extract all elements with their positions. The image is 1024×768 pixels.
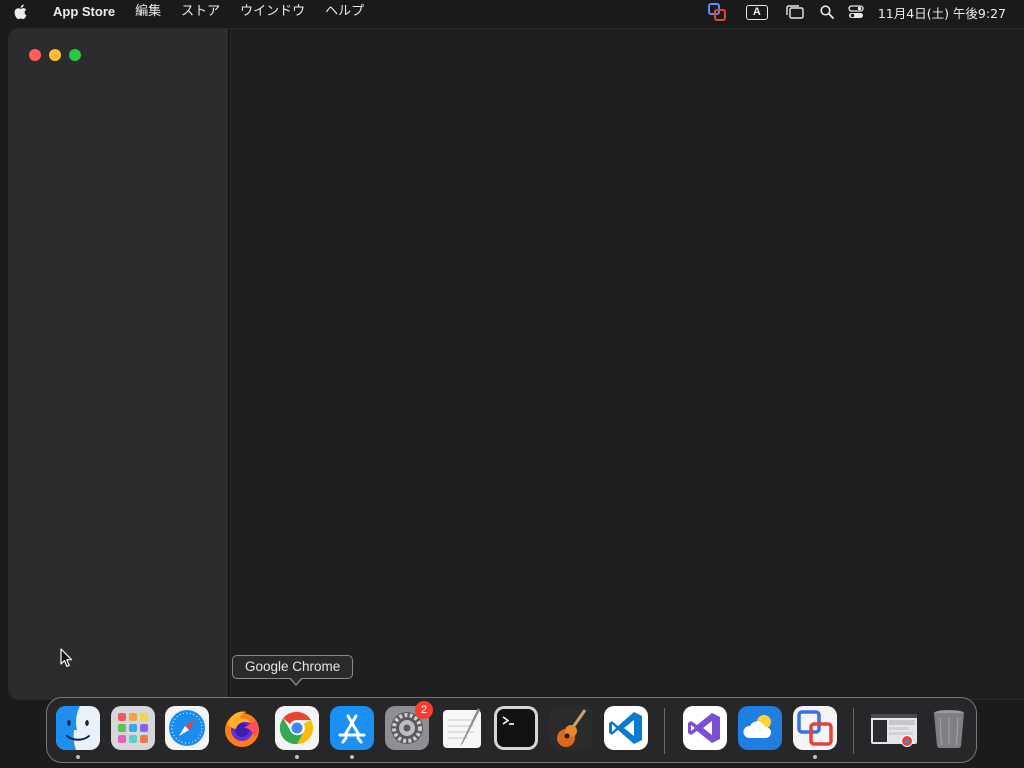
dock-system-settings[interactable]: 2 xyxy=(385,701,433,750)
control-center-icon[interactable] xyxy=(848,0,864,24)
window-stack-icon[interactable] xyxy=(786,0,804,24)
dock-finder[interactable] xyxy=(56,706,100,759)
dock-weather[interactable] xyxy=(738,706,782,750)
dock-separator xyxy=(853,708,854,754)
running-indicator xyxy=(350,755,354,759)
menu-right: A 11月4日(土) 午後9:27 xyxy=(702,0,1024,24)
garageband-icon xyxy=(549,706,593,750)
mouse-cursor-icon xyxy=(60,648,74,673)
dock-app-store[interactable] xyxy=(330,706,374,759)
running-indicator xyxy=(813,755,817,759)
menu-left: App Store 編集 ストア ウインドウ ヘルプ xyxy=(0,0,374,24)
minimize-button[interactable] xyxy=(49,49,61,61)
app-store-icon xyxy=(330,706,374,750)
menu-bar: App Store 編集 ストア ウインドウ ヘルプ A 11月4日(土) 午後… xyxy=(0,0,1024,24)
safari-icon xyxy=(165,706,209,750)
input-mode-label: A xyxy=(745,4,768,20)
main-content-area xyxy=(230,29,1024,699)
spotlight-search-icon[interactable] xyxy=(820,0,834,24)
dock-separator xyxy=(664,708,665,754)
dock-visual-studio[interactable] xyxy=(683,706,727,750)
screen-share-icon[interactable] xyxy=(707,0,726,24)
menu-edit[interactable]: 編集 xyxy=(125,0,171,24)
menu-help[interactable]: ヘルプ xyxy=(315,0,374,24)
running-indicator xyxy=(76,755,80,759)
textedit-icon xyxy=(443,708,481,748)
trash-icon xyxy=(934,710,964,749)
apple-menu-icon[interactable] xyxy=(0,0,40,24)
input-source-icon[interactable]: A xyxy=(745,0,768,24)
weather-icon xyxy=(738,706,782,750)
finder-icon xyxy=(56,706,100,750)
zoom-button[interactable] xyxy=(69,49,81,61)
menu-window[interactable]: ウインドウ xyxy=(230,0,315,24)
dock-minimized-window[interactable] xyxy=(870,706,918,750)
chrome-icon xyxy=(275,706,319,750)
menu-app-name[interactable]: App Store xyxy=(40,0,125,24)
dock-terminal[interactable] xyxy=(494,706,538,750)
dock-garageband[interactable] xyxy=(549,706,593,750)
dock-tooltip-arrow-fill xyxy=(290,677,302,684)
close-button[interactable] xyxy=(29,49,41,61)
dock-trash[interactable] xyxy=(927,706,971,750)
dock-vscode[interactable] xyxy=(604,706,648,750)
window-thumbnail-icon xyxy=(871,714,917,747)
screen-sharing-icon xyxy=(793,706,837,750)
visual-studio-icon xyxy=(683,706,727,750)
vscode-icon xyxy=(604,706,648,750)
dock-tooltip: Google Chrome xyxy=(232,655,354,679)
running-indicator xyxy=(295,755,299,759)
dock-launchpad[interactable] xyxy=(111,706,155,750)
dock-screen-sharing[interactable] xyxy=(793,706,837,759)
dock: 2 xyxy=(46,697,977,763)
app-store-window xyxy=(9,29,1024,699)
launchpad-icon xyxy=(111,706,155,750)
menu-clock[interactable]: 11月4日(土) 午後9:27 xyxy=(878,3,1006,22)
sidebar xyxy=(9,29,229,699)
notification-badge: 2 xyxy=(415,701,433,719)
dock-safari[interactable] xyxy=(165,706,209,750)
dock-firefox[interactable] xyxy=(220,706,264,750)
dock-textedit[interactable] xyxy=(440,706,484,750)
terminal-icon xyxy=(494,706,538,750)
menu-store[interactable]: ストア xyxy=(171,0,230,24)
window-controls xyxy=(29,49,81,61)
firefox-icon xyxy=(225,711,259,747)
dock-chrome[interactable] xyxy=(275,706,319,759)
